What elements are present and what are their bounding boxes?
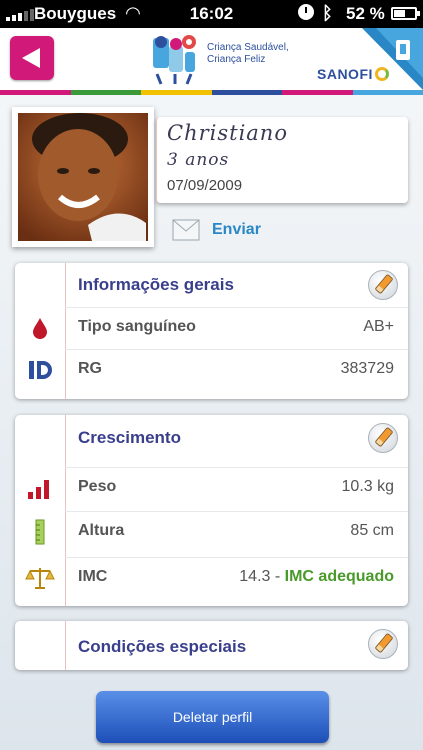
height-row: Altura 85 cm [15,511,408,553]
app-header: Criança Saudável, Criança Feliz SANOFI [0,28,423,90]
imc-status: IMC adequado [284,568,394,585]
envelope-icon [172,219,200,241]
child-photo-image [18,113,148,241]
rg-row: RG 383729 [15,349,408,391]
child-name: Christiano [167,121,288,145]
alarm-icon [298,4,314,20]
general-info-title: Informações gerais [78,275,234,294]
logo-icon [153,35,196,85]
blood-drop-icon [33,318,47,339]
special-conditions-card[interactable]: Condições especiais [15,621,408,670]
weight-label: Peso [78,478,117,495]
ruler-icon [35,519,45,545]
send-label: Enviar [212,221,261,238]
profile-photo[interactable] [12,107,154,247]
rg-value: 383729 [340,360,394,377]
scale-icon [25,568,55,589]
imc-label: IMC [78,568,108,585]
rg-label: RG [78,360,102,377]
delete-profile-button[interactable]: Deletar perfil [96,691,329,743]
imc-row: IMC 14.3 - IMC adequado [15,557,408,599]
edit-general-info-button[interactable] [368,270,398,300]
height-value: 85 cm [350,522,394,539]
height-label: Altura [78,522,125,539]
blood-type-value: AB+ [363,318,394,335]
blood-type-label: Tipo sanguíneo [78,318,196,335]
weight-row: Peso 10.3 kg [15,467,408,509]
weight-value: 10.3 kg [341,478,394,495]
status-bar: Bouygues ◠ 16:02 ᛒ 52 % [0,0,423,28]
growth-card: Crescimento Peso 10.3 kg Altura 85 cm IM… [15,415,408,606]
general-info-card: Informações gerais Tipo sanguíneo AB+ RG… [15,263,408,399]
brand-logo: SANOFI [317,66,389,82]
edit-growth-button[interactable] [368,423,398,453]
battery-icon [391,7,420,20]
blood-type-row: Tipo sanguíneo AB+ [15,307,408,349]
bluetooth-icon: ᛒ [322,3,333,23]
child-age: 3 anos [167,150,230,170]
back-button[interactable] [10,36,54,80]
birth-date: 07/09/2009 [167,177,243,194]
logo-text: Criança Saudável, Criança Feliz [207,42,289,65]
send-button[interactable]: Enviar [172,217,261,243]
id-icon [29,361,52,379]
special-conditions-title: Condições especiais [78,637,247,656]
edit-special-conditions-button[interactable] [368,629,398,659]
phone-icon [396,40,410,60]
battery-percent: 52 % [346,4,385,23]
growth-title: Crescimento [78,428,181,447]
profile-card: Christiano 3 anos 07/09/2009 [156,117,408,203]
weight-bars-icon [28,480,49,499]
imc-value: 14.3 - IMC adequado [239,568,394,585]
